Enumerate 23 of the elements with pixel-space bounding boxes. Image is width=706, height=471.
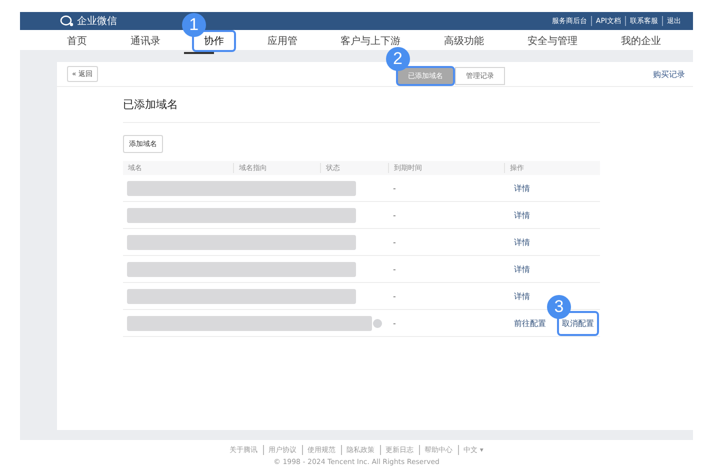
action-link[interactable]: 详情 bbox=[509, 256, 535, 282]
action-link[interactable]: 详情 bbox=[509, 176, 535, 200]
nav-tab[interactable]: 首页 bbox=[55, 30, 99, 52]
step-badge: 2 bbox=[386, 46, 410, 70]
table-cell-text: - bbox=[393, 210, 397, 220]
active-underline bbox=[184, 52, 214, 54]
table-cell-text: - bbox=[393, 184, 397, 192]
action-link[interactable]: 详情 bbox=[509, 202, 535, 228]
table-cell-text: - bbox=[393, 292, 397, 300]
nav-tab[interactable]: 通讯录 bbox=[118, 30, 172, 52]
table-cell-text: - bbox=[393, 264, 397, 274]
chat-bubble-icon bbox=[60, 15, 74, 27]
nav-tab[interactable]: 安全与管理 bbox=[516, 30, 590, 52]
action-link[interactable]: 详情 bbox=[509, 284, 535, 308]
action-link[interactable]: 详情 bbox=[509, 230, 535, 254]
purchase-link[interactable]: 购买记录 bbox=[652, 68, 685, 80]
nav-tab[interactable]: 我的企业 bbox=[608, 30, 673, 52]
table-cell-text: - bbox=[393, 238, 397, 246]
page-title: 已添加域名 bbox=[123, 87, 600, 123]
nav-tab[interactable]: 高级功能 bbox=[432, 30, 496, 52]
nav-tab[interactable]: 应用管 bbox=[255, 30, 310, 52]
table-cell-text: - bbox=[393, 318, 397, 328]
brand-name: 企业微信 bbox=[77, 14, 117, 28]
